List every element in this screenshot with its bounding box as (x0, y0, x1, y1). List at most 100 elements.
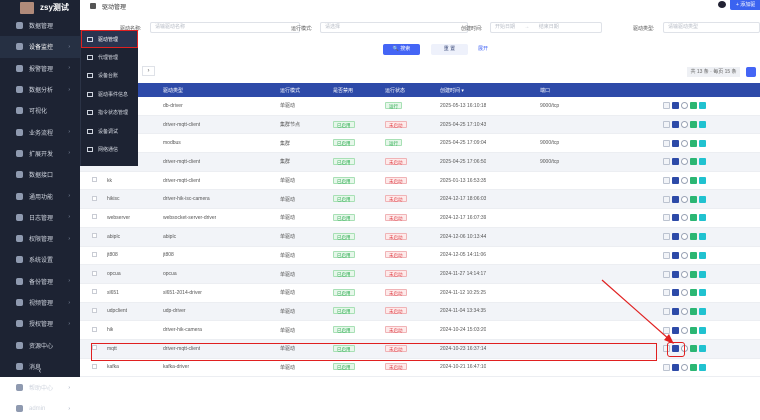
delete-icon[interactable] (699, 195, 706, 203)
delete-icon[interactable] (699, 177, 706, 185)
edit-icon[interactable] (690, 345, 697, 353)
sidebar-item[interactable]: 数据接口 (0, 164, 80, 185)
edit-icon[interactable] (690, 289, 697, 297)
row-checkbox[interactable] (92, 251, 97, 257)
sidebar-item[interactable]: 设备监控 › (0, 36, 80, 58)
start-icon[interactable] (672, 195, 679, 203)
table-row[interactable]: modbus 集群 已启用 运行 2025-04-25 17:09:04 900… (80, 134, 760, 154)
table-row[interactable]: jt808 jt808 单驱动 已启用 未启动 2024-12-05 14:11… (80, 246, 760, 266)
start-icon[interactable] (672, 214, 679, 222)
sidebar-item[interactable]: admin › (0, 398, 80, 419)
delete-icon[interactable] (699, 139, 706, 147)
sidebar-item[interactable]: 权限管理 › (0, 228, 80, 249)
settings-icon[interactable] (663, 214, 670, 222)
settings-icon[interactable] (663, 139, 670, 147)
add-driver-button[interactable]: + 添加驱 (730, 0, 760, 10)
refresh-icon[interactable] (681, 363, 688, 371)
start-icon[interactable] (672, 158, 679, 166)
edit-icon[interactable] (690, 195, 697, 203)
edit-icon[interactable] (690, 121, 697, 129)
start-icon[interactable] (672, 363, 679, 371)
table-row[interactable]: driver-mqtt-client 集群节点 已启用 未启动 2025-04-… (80, 115, 760, 135)
delete-icon[interactable] (699, 121, 706, 129)
delete-icon[interactable] (699, 214, 706, 222)
table-row[interactable]: abiplc abiplc 单驱动 已启用 未启动 2024-12-06 10:… (80, 227, 760, 247)
edit-icon[interactable] (690, 214, 697, 222)
start-icon[interactable] (672, 233, 679, 241)
row-checkbox[interactable] (92, 177, 97, 183)
refresh-icon[interactable] (681, 195, 688, 203)
settings-icon[interactable] (663, 121, 670, 129)
table-row[interactable]: kk driver-mqtt-client 单驱动 已启用 未启动 2025-0… (80, 171, 760, 191)
settings-icon[interactable] (663, 195, 670, 203)
delete-icon[interactable] (699, 158, 706, 166)
row-checkbox[interactable] (92, 363, 97, 369)
submenu-item[interactable]: 驱动管理 (81, 30, 138, 49)
sidebar-item[interactable]: 日志管理 › (0, 207, 80, 228)
sidebar-item[interactable]: 可视化 (0, 100, 80, 121)
delete-icon[interactable] (699, 363, 706, 371)
start-icon[interactable] (672, 121, 679, 129)
driver-type-input[interactable]: 请输驱动类型 (663, 22, 760, 33)
sidebar-item[interactable]: 数据管理 (0, 15, 80, 36)
table-row[interactable]: webserver websocket-server-driver 单驱动 已启… (80, 209, 760, 228)
refresh-icon[interactable] (681, 270, 688, 278)
refresh-icon[interactable] (681, 121, 688, 129)
refresh-icon[interactable] (681, 307, 688, 315)
sidebar-item[interactable]: 扩展开发 › (0, 143, 80, 164)
edit-icon[interactable] (690, 363, 697, 371)
row-checkbox[interactable] (92, 214, 97, 220)
column-header[interactable]: 创建时间 ▾ (440, 87, 464, 94)
edit-icon[interactable] (690, 270, 697, 278)
refresh-icon[interactable] (681, 214, 688, 222)
settings-icon[interactable] (663, 251, 670, 259)
refresh-icon[interactable] (681, 326, 688, 334)
settings-icon[interactable] (663, 233, 670, 241)
submenu-item[interactable]: 设备台账 (81, 67, 138, 85)
sidebar-item[interactable]: 业务流程 › (0, 121, 80, 142)
table-row[interactable]: hikisc driver-hik-isc-camera 单驱动 已启用 未启动… (80, 190, 760, 210)
sidebar-item[interactable]: 数据分析 › (0, 79, 80, 100)
refresh-icon[interactable] (681, 158, 688, 166)
delete-icon[interactable] (699, 251, 706, 259)
sidebar-item[interactable]: 资源中心 (0, 334, 80, 355)
delete-icon[interactable] (699, 270, 706, 278)
sidebar-item[interactable]: 备份管理 › (0, 271, 80, 292)
start-icon[interactable] (672, 102, 679, 110)
next-page-button[interactable]: › (142, 66, 155, 76)
settings-icon[interactable] (663, 102, 670, 110)
sidebar-item[interactable]: 帮助中心 › (0, 377, 80, 398)
start-icon[interactable] (672, 251, 679, 259)
refresh-icon[interactable] (681, 177, 688, 185)
refresh-icon[interactable] (681, 233, 688, 241)
delete-icon[interactable] (699, 307, 706, 315)
delete-icon[interactable] (699, 102, 706, 110)
edit-icon[interactable] (690, 326, 697, 334)
edit-icon[interactable] (690, 177, 697, 185)
row-checkbox[interactable] (92, 289, 97, 295)
table-row[interactable]: kafka kafka-driver 单驱动 已启用 未启动 2024-10-2… (80, 358, 760, 378)
sidebar-item[interactable]: 通用功能 › (0, 185, 80, 206)
delete-icon[interactable] (699, 326, 706, 334)
settings-icon[interactable] (663, 158, 670, 166)
delete-icon[interactable] (699, 289, 706, 297)
edit-icon[interactable] (690, 307, 697, 315)
settings-icon[interactable] (663, 270, 670, 278)
start-icon[interactable] (672, 270, 679, 278)
submenu-item[interactable]: 网络通信 (81, 140, 138, 158)
row-checkbox[interactable] (92, 195, 97, 201)
edit-icon[interactable] (690, 233, 697, 241)
driver-name-input[interactable]: 请输驱动名称 (150, 22, 300, 33)
table-row[interactable]: db-driver 单驱动 运行 2025-05-13 16:10:18 900… (80, 97, 760, 116)
sidebar-item[interactable]: 视频管理 › (0, 292, 80, 313)
table-row[interactable]: driver-mqtt-client 集群 已启用 未启动 2025-04-25… (80, 153, 760, 172)
delete-icon[interactable] (699, 233, 706, 241)
sidebar-item[interactable]: 授权管理 › (0, 313, 80, 334)
submenu-item[interactable]: 设备调试 (81, 122, 138, 140)
reset-button[interactable]: 重 置 (431, 44, 468, 55)
refresh-icon[interactable] (681, 102, 688, 110)
run-mode-select[interactable]: 请选择 (320, 22, 468, 33)
submenu-item[interactable]: 指令状态管理 (81, 104, 138, 122)
refresh-icon[interactable] (681, 251, 688, 259)
date-range-input[interactable]: 开始日期 → 结束日期 (490, 22, 602, 33)
